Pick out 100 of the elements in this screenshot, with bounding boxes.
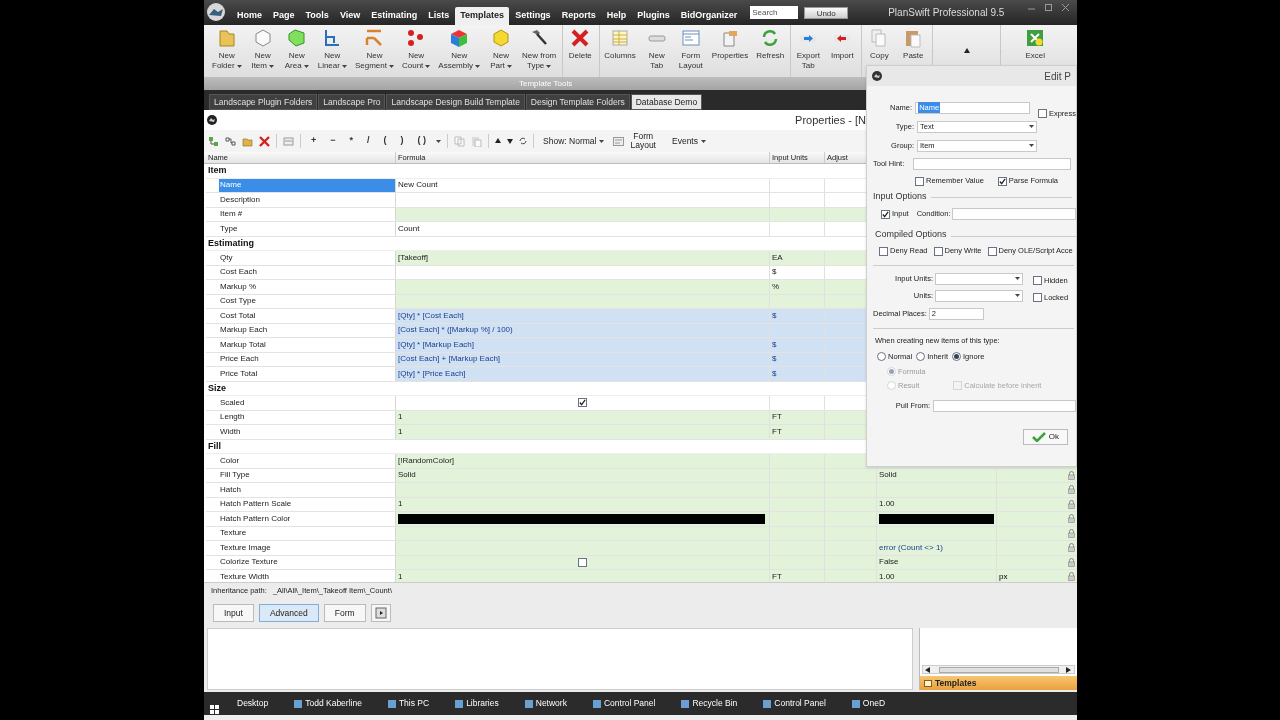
close-icon[interactable] — [1062, 4, 1069, 11]
ribbon-button[interactable]: Delete — [563, 25, 598, 77]
ribbon-button[interactable]: New from Type — [518, 25, 561, 77]
property-name[interactable]: Cost Each — [219, 265, 257, 279]
operator-button[interactable]: − — [326, 134, 340, 148]
menu-tab[interactable]: Templates — [455, 7, 510, 25]
property-name[interactable]: Cost Type — [219, 294, 256, 308]
property-name[interactable]: Qty — [219, 251, 233, 265]
document-tab[interactable]: Database Demo — [630, 94, 703, 110]
operator-button[interactable]: * — [345, 134, 358, 148]
taskbar-item[interactable]: Control Panel — [763, 697, 826, 710]
units-dropdown[interactable] — [935, 289, 1023, 302]
checkbox[interactable] — [881, 209, 890, 219]
color-swatch[interactable] — [398, 513, 765, 524]
radio-button[interactable] — [877, 352, 886, 361]
ribbon-button[interactable]: Copy — [862, 25, 897, 77]
ribbon-button[interactable]: Export Tab — [791, 25, 826, 77]
ribbon-button[interactable]: New Item — [245, 25, 280, 77]
taskbar-item[interactable]: Recycle Bin — [681, 697, 738, 710]
document-tab[interactable]: Landscape Design Build Template — [386, 94, 525, 110]
view-button[interactable]: Input — [213, 604, 254, 622]
property-name[interactable]: Fill Type — [219, 468, 250, 482]
property-name[interactable]: Length — [219, 410, 245, 424]
operator-button[interactable]: ) — [396, 134, 408, 148]
up-arrow-icon[interactable] — [963, 48, 970, 54]
folder-icon[interactable] — [242, 135, 253, 147]
input-field[interactable] — [952, 208, 1076, 220]
start-icon[interactable] — [210, 705, 219, 714]
property-name[interactable]: Item # — [219, 207, 243, 221]
checkbox[interactable] — [578, 398, 587, 408]
property-name[interactable]: Texture Image — [219, 541, 271, 555]
copy-icon[interactable] — [454, 135, 466, 147]
menu-tab[interactable]: Page — [268, 7, 300, 25]
scrollbar[interactable] — [922, 665, 1075, 674]
menu-tab[interactable]: BidOrganizer — [675, 7, 743, 25]
lock-icon[interactable] — [1067, 528, 1075, 538]
app-logo[interactable] — [206, 2, 226, 22]
show-dropdown[interactable]: Show: Normal — [540, 134, 608, 148]
view-button[interactable]: Advanced — [258, 604, 319, 622]
down-arrow-icon[interactable] — [507, 138, 514, 144]
menu-tab[interactable]: Help — [601, 7, 632, 25]
checkbox[interactable] — [987, 246, 997, 256]
ribbon-button[interactable]: New Folder — [208, 25, 246, 77]
ribbon-button[interactable]: New Area — [279, 25, 314, 77]
property-name[interactable]: Price Each — [219, 352, 259, 366]
tree-icon[interactable] — [225, 135, 236, 147]
lock-icon[interactable] — [1067, 572, 1075, 582]
menu-tab[interactable]: Estimating — [366, 7, 423, 25]
undo-button[interactable]: Undo — [804, 6, 849, 19]
checkbox[interactable] — [997, 176, 1007, 186]
panel-tab[interactable]: Templates — [920, 676, 1077, 690]
checkbox[interactable] — [1033, 293, 1042, 303]
form-layout-button[interactable]: Form Layout — [630, 132, 656, 150]
radio-button[interactable] — [916, 352, 926, 361]
taskbar-item[interactable]: OneD — [851, 697, 886, 710]
units-dropdown[interactable] — [935, 272, 1023, 285]
operator-button[interactable]: ( ) — [413, 134, 431, 148]
taskbar-item[interactable]: Libraries — [455, 697, 499, 710]
group-heading[interactable]: Size — [208, 381, 226, 395]
property-name[interactable]: Markup Each — [219, 323, 268, 337]
operator-button[interactable]: / — [363, 134, 374, 148]
ribbon-button[interactable]: New Tab — [639, 25, 674, 77]
property-name[interactable]: Width — [219, 425, 241, 439]
clipboard-icon[interactable] — [471, 135, 483, 147]
operator-button[interactable]: ( — [379, 134, 391, 148]
document-tab[interactable]: Landscape Pro — [318, 94, 386, 110]
document-tab[interactable]: Design Template Folders — [525, 94, 630, 110]
ribbon-button[interactable]: Form Layout — [673, 25, 708, 77]
menu-tab[interactable]: View — [334, 7, 366, 25]
property-name[interactable]: Colorize Texture — [219, 555, 278, 569]
ribbon-button[interactable]: Properties — [707, 25, 753, 77]
input-field[interactable] — [913, 158, 1071, 170]
property-name[interactable]: Price Total — [219, 367, 258, 381]
ok-button[interactable]: Ok — [1022, 428, 1068, 445]
maximize-icon[interactable] — [1045, 4, 1052, 11]
property-name[interactable]: Markup Total — [219, 338, 266, 352]
property-name[interactable]: Texture Width — [219, 570, 269, 582]
property-name[interactable]: Type — [219, 222, 238, 236]
checkbox[interactable] — [933, 246, 943, 256]
property-name[interactable]: Hatch Pattern Scale — [219, 497, 292, 511]
view-button[interactable]: Form — [323, 604, 366, 622]
property-name[interactable]: Texture — [219, 526, 247, 540]
search-field[interactable]: Search — [750, 6, 799, 19]
film-button[interactable] — [370, 604, 391, 622]
lock-icon[interactable] — [1067, 543, 1075, 553]
ribbon-button[interactable]: New Count — [397, 25, 435, 77]
property-name[interactable]: Color — [219, 454, 240, 468]
checkbox[interactable] — [1037, 109, 1047, 118]
checkbox[interactable] — [1033, 276, 1042, 286]
property-name[interactable]: Markup % — [219, 280, 256, 294]
ribbon-button[interactable]: New Linear — [313, 25, 351, 77]
lock-icon[interactable] — [1067, 499, 1075, 509]
delete-icon[interactable] — [259, 135, 270, 147]
ribbon-button[interactable]: New Part — [484, 25, 518, 77]
tree-add-icon[interactable] — [208, 135, 219, 147]
menu-tab[interactable]: Home — [232, 7, 267, 25]
up-arrow-icon[interactable] — [495, 138, 502, 144]
menu-tab[interactable]: Settings — [510, 7, 556, 25]
lock-icon[interactable] — [1067, 485, 1075, 495]
refresh-icon[interactable] — [519, 137, 528, 145]
